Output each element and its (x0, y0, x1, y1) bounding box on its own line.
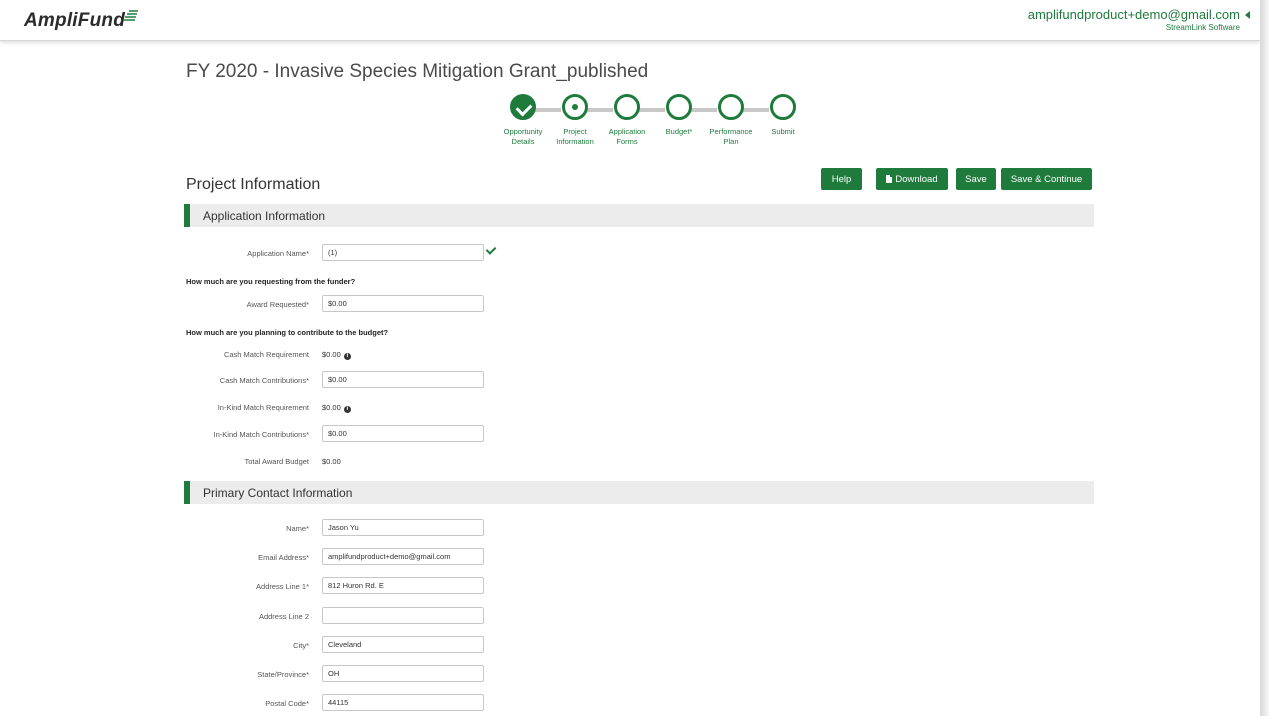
address-line-1-input[interactable]: 812 Huron Rd. E (322, 577, 484, 594)
user-company: StreamLink Software (1165, 23, 1240, 32)
top-bar: AmpliFund amplifundproduct+demo@gmail.co… (0, 0, 1260, 41)
total-award-budget-value: $0.00 (322, 457, 341, 466)
step-label: Performance Plan (709, 127, 753, 146)
total-award-budget-label: Total Award Budget (244, 457, 310, 466)
step-label: Submit (771, 127, 795, 136)
step-label: Project Information (556, 127, 594, 146)
name-input[interactable]: Jason Yu (322, 519, 484, 536)
inkind-match-requirement-label: In-Kind Match Requirement (217, 403, 309, 412)
section-heading: Project Information (186, 176, 321, 193)
section-title: Primary Contact Information (203, 486, 353, 500)
user-menu-caret-icon[interactable] (1245, 11, 1250, 19)
question-request: How much are you requesting from the fun… (186, 277, 356, 286)
address-line-2-label: Address Line 2 (258, 612, 309, 621)
cash-match-contributions-label: Cash Match Contributions* (219, 376, 309, 385)
step-label: Application Forms (608, 127, 646, 146)
inkind-match-requirement-amount: $0.00 (322, 403, 341, 412)
step-budget[interactable] (666, 94, 692, 120)
step-label: Budget* (665, 127, 693, 136)
inkind-match-contributions-label: In-Kind Match Contributions* (213, 430, 309, 439)
info-icon[interactable]: i (343, 353, 351, 360)
section-accent-bar (184, 204, 190, 227)
state-province-input[interactable]: OH (322, 665, 484, 682)
name-label: Name* (286, 524, 309, 533)
logo-lines-icon (123, 10, 138, 21)
section-title: Application Information (203, 209, 326, 223)
state-province-label: State/Province* (257, 670, 309, 679)
application-stepper: Opportunity Details Project Information … (497, 94, 807, 154)
download-label: Download (895, 173, 938, 185)
application-information-header: Application Information (184, 204, 1094, 227)
info-icon[interactable]: i (343, 406, 351, 413)
city-input[interactable]: Cleveland (322, 636, 484, 653)
window-edge (1260, 0, 1269, 716)
postal-code-label: Postal Code* (265, 699, 309, 708)
cash-match-requirement-label: Cash Match Requirement (223, 350, 309, 359)
checkmark-icon (515, 99, 533, 117)
step-application-forms[interactable] (614, 94, 640, 120)
step-performance-plan[interactable] (718, 94, 744, 120)
download-button[interactable]: Download (876, 168, 948, 190)
email-label: Email Address* (258, 553, 309, 562)
amplifund-logo[interactable]: AmpliFund (24, 10, 125, 32)
section-accent-bar (184, 481, 190, 504)
question-contribute: How much are you planning to contribute … (186, 328, 389, 337)
document-icon (886, 175, 893, 183)
step-opportunity-details[interactable] (510, 94, 536, 120)
step-submit[interactable] (770, 94, 796, 120)
city-label: City* (293, 641, 309, 650)
inkind-match-contributions-input[interactable]: $0.00 (322, 425, 484, 442)
postal-code-input[interactable]: 44115 (322, 694, 484, 711)
application-name-input[interactable]: (1) (322, 244, 484, 261)
save-button[interactable]: Save (956, 168, 996, 190)
help-button[interactable]: Help (821, 168, 862, 190)
address-line-1-label: Address Line 1* (256, 582, 309, 591)
cash-match-contributions-input[interactable]: $0.00 (322, 371, 484, 388)
address-line-2-input[interactable] (322, 607, 484, 624)
user-email[interactable]: amplifundproduct+demo@gmail.com (1028, 7, 1240, 22)
application-name-label: Application Name* (247, 249, 309, 258)
save-continue-button[interactable]: Save & Continue (1001, 168, 1092, 190)
current-step-dot-icon (572, 104, 578, 110)
primary-contact-header: Primary Contact Information (184, 481, 1094, 504)
email-input[interactable]: amplifundproduct+demo@gmail.com (322, 548, 484, 565)
step-label: Opportunity Details (503, 127, 543, 146)
cash-match-requirement-amount: $0.00 (322, 350, 341, 359)
page-title: FY 2020 - Invasive Species Mitigation Gr… (186, 61, 649, 82)
award-requested-label: Award Requested* (246, 300, 309, 309)
valid-checkmark-icon (485, 244, 497, 255)
award-requested-input[interactable]: $0.00 (322, 295, 484, 312)
inkind-match-requirement-value: $0.00 i (322, 403, 351, 413)
cash-match-requirement-value: $0.00 i (322, 350, 351, 360)
step-project-information[interactable] (562, 94, 588, 120)
